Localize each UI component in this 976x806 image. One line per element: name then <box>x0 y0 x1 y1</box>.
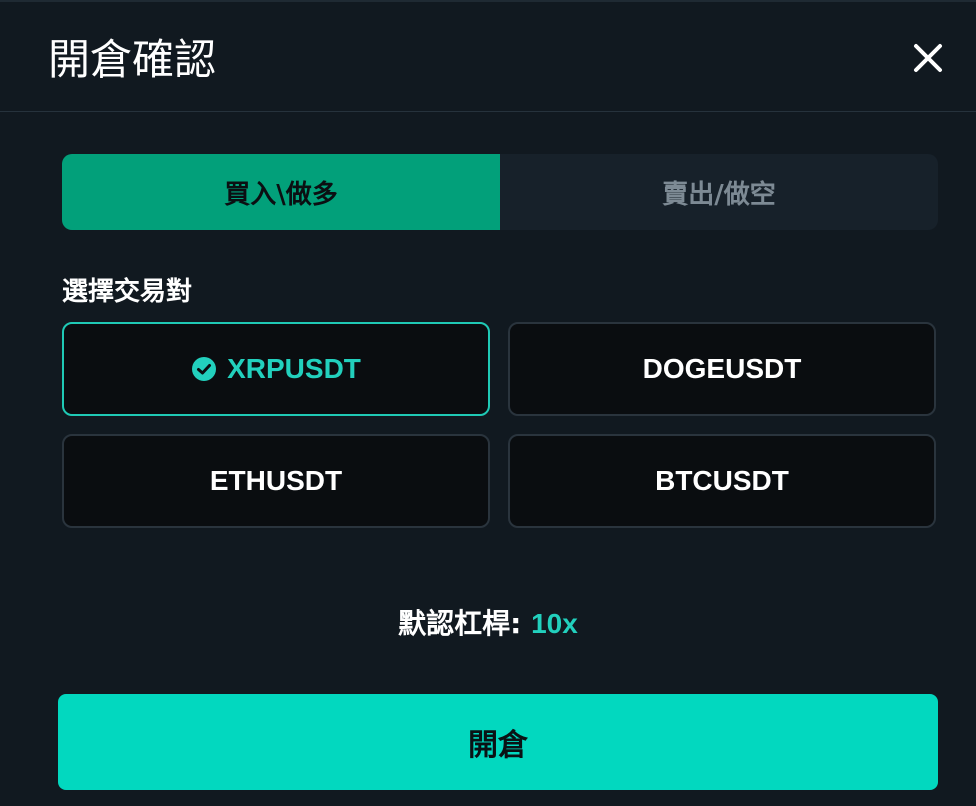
pair-label: BTCUSDT <box>655 465 789 496</box>
close-button[interactable] <box>908 38 948 78</box>
default-leverage: 默認杠桿: 10x <box>0 602 976 646</box>
pair-label: DOGEUSDT <box>642 353 802 384</box>
pair-label: ETHUSDT <box>209 465 343 496</box>
open-position-button[interactable]: 開倉 <box>58 694 938 790</box>
leverage-label: 默認杠桿: <box>398 607 522 640</box>
dialog-header: 開倉確認 <box>0 2 976 112</box>
pair-button-dogeusdt[interactable]: DOGEUSDT <box>508 322 936 416</box>
leverage-value: 10x <box>531 608 578 639</box>
pair-button-ethusdt[interactable]: ETHUSDT <box>62 434 490 528</box>
open-position-dialog: 開倉確認 買入\做多 賣出/做空 選擇交易對 XRPUSDT DOGEUSDT … <box>0 0 976 806</box>
check-circle-icon <box>191 356 217 382</box>
dialog-title: 開倉確認 <box>48 35 217 84</box>
tab-buy-long[interactable]: 買入\做多 <box>62 154 500 230</box>
trade-side-tabs: 買入\做多 賣出/做空 <box>62 154 938 230</box>
tab-sell-short[interactable]: 賣出/做空 <box>500 154 938 230</box>
pair-section-label: 選擇交易對 <box>62 277 193 307</box>
pair-button-xrpusdt[interactable]: XRPUSDT <box>62 322 490 416</box>
close-icon <box>914 44 942 72</box>
pair-label: XRPUSDT <box>227 353 361 384</box>
pair-button-btcusdt[interactable]: BTCUSDT <box>508 434 936 528</box>
